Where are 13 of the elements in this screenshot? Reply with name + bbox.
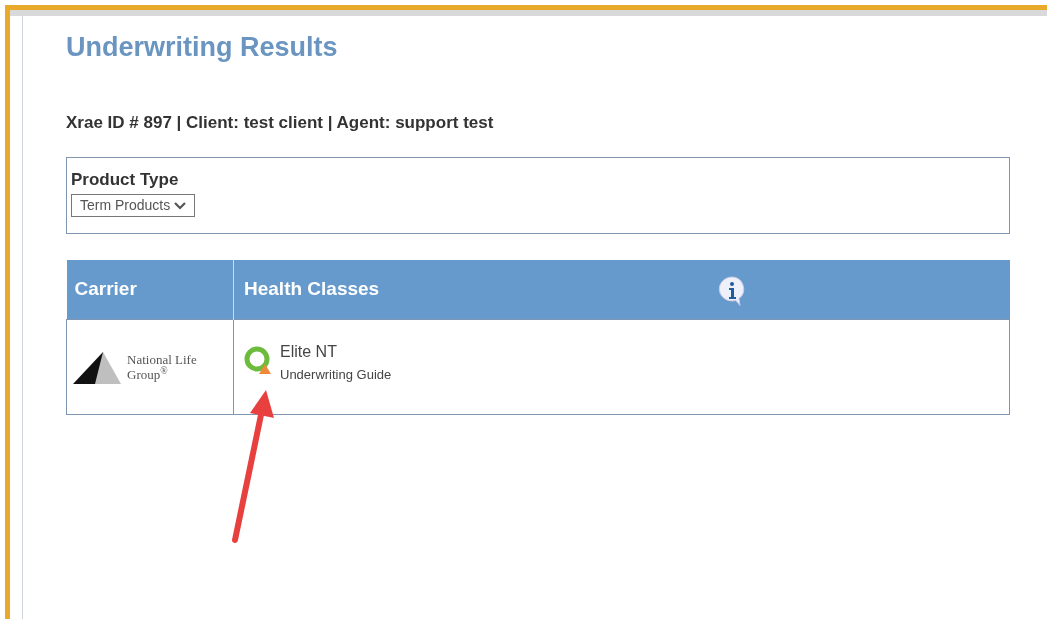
status-icon [244,345,272,375]
health-class-name: Elite NT [280,342,338,362]
product-type-select[interactable]: Term Products [71,194,196,217]
column-header: Health Classes [233,259,1010,320]
record-info: Xrae ID # 897 | Client: test client | Agent: support test [66,112,494,134]
chevron-down-icon [174,201,187,210]
mountain-icon [73,350,121,384]
page-title: Underwriting Results [66,34,338,61]
column-header: Carrier [66,259,234,320]
logo-text: National Life [127,352,197,367]
logo-text: Group$^{®}$ [127,367,169,382]
underwriting-guide-link[interactable]: Underwriting Guide [280,367,392,382]
field-label: Product Type [71,169,179,189]
